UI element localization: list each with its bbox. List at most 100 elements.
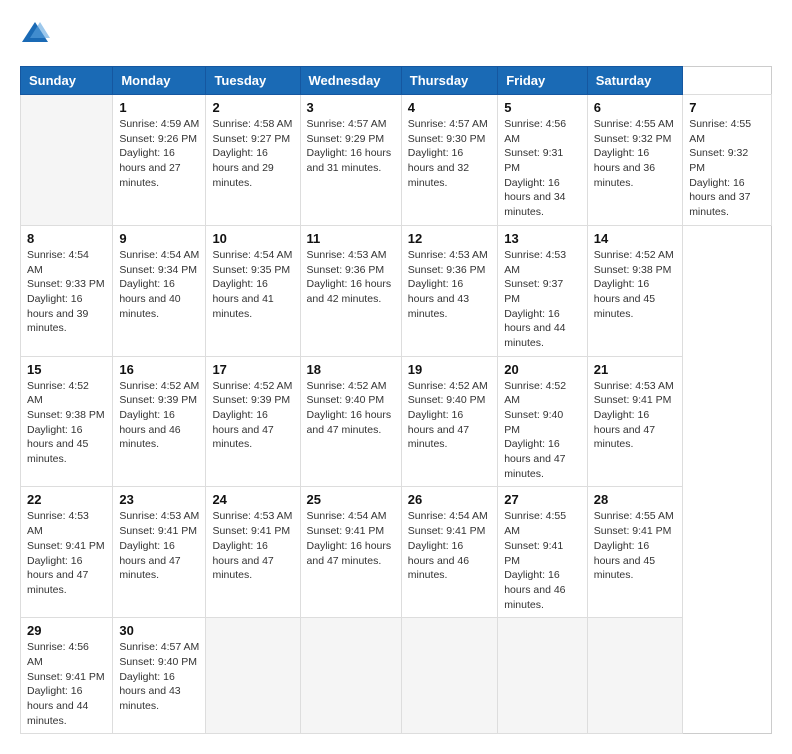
sunset-time: 9:41 PM bbox=[66, 540, 105, 552]
sunrise-label: Sunrise: bbox=[119, 641, 160, 653]
sunset-time: 9:39 PM bbox=[251, 394, 290, 406]
daylight-label: Daylight: 16 hours and 44 minutes. bbox=[504, 308, 565, 349]
day-cell-21: 21 Sunrise: 4:53 AM Sunset: 9:41 PM Dayl… bbox=[587, 356, 682, 487]
sunrise-label: Sunrise: bbox=[504, 510, 545, 522]
day-number: 2 bbox=[212, 100, 293, 115]
day-number: 29 bbox=[27, 623, 106, 638]
sunrise-label: Sunrise: bbox=[504, 380, 545, 392]
sunrise-label: Sunrise: bbox=[408, 118, 449, 130]
day-info: Sunrise: 4:52 AM Sunset: 9:38 PM Dayligh… bbox=[27, 379, 106, 467]
daylight-label: Daylight: 16 hours and 47 minutes. bbox=[307, 540, 392, 567]
day-cell-16: 16 Sunrise: 4:52 AM Sunset: 9:39 PM Dayl… bbox=[113, 356, 206, 487]
week-row-2: 8 Sunrise: 4:54 AM Sunset: 9:33 PM Dayli… bbox=[21, 225, 772, 356]
day-info: Sunrise: 4:55 AM Sunset: 9:41 PM Dayligh… bbox=[504, 509, 581, 612]
sunrise-label: Sunrise: bbox=[119, 380, 160, 392]
sunrise-time: 4:57 AM bbox=[449, 118, 488, 130]
daylight-label: Daylight: 16 hours and 44 minutes. bbox=[27, 685, 88, 726]
day-info: Sunrise: 4:54 AM Sunset: 9:35 PM Dayligh… bbox=[212, 248, 293, 321]
sunset-time: 9:34 PM bbox=[158, 264, 197, 276]
day-cell-20: 20 Sunrise: 4:52 AM Sunset: 9:40 PM Dayl… bbox=[498, 356, 588, 487]
day-cell-7: 7 Sunrise: 4:55 AM Sunset: 9:32 PM Dayli… bbox=[683, 95, 772, 226]
empty-cell bbox=[401, 618, 497, 734]
sunrise-label: Sunrise: bbox=[212, 249, 253, 261]
sunrise-time: 4:54 AM bbox=[348, 510, 387, 522]
day-cell-13: 13 Sunrise: 4:53 AM Sunset: 9:37 PM Dayl… bbox=[498, 225, 588, 356]
day-cell-30: 30 Sunrise: 4:57 AM Sunset: 9:40 PM Dayl… bbox=[113, 618, 206, 734]
sunset-time: 9:30 PM bbox=[446, 133, 485, 145]
sunset-time: 9:27 PM bbox=[251, 133, 290, 145]
day-number: 4 bbox=[408, 100, 491, 115]
day-cell-26: 26 Sunrise: 4:54 AM Sunset: 9:41 PM Dayl… bbox=[401, 487, 497, 618]
daylight-label: Daylight: 16 hours and 47 minutes. bbox=[212, 409, 273, 450]
day-number: 30 bbox=[119, 623, 199, 638]
sunset-label: Sunset: bbox=[27, 671, 66, 683]
day-info: Sunrise: 4:53 AM Sunset: 9:37 PM Dayligh… bbox=[504, 248, 581, 351]
sunset-label: Sunset: bbox=[27, 409, 66, 421]
page-header bbox=[20, 20, 772, 50]
day-info: Sunrise: 4:53 AM Sunset: 9:36 PM Dayligh… bbox=[408, 248, 491, 321]
day-info: Sunrise: 4:54 AM Sunset: 9:41 PM Dayligh… bbox=[307, 509, 395, 568]
day-info: Sunrise: 4:55 AM Sunset: 9:32 PM Dayligh… bbox=[689, 117, 765, 220]
day-cell-23: 23 Sunrise: 4:53 AM Sunset: 9:41 PM Dayl… bbox=[113, 487, 206, 618]
sunset-time: 9:41 PM bbox=[632, 525, 671, 537]
day-cell-19: 19 Sunrise: 4:52 AM Sunset: 9:40 PM Dayl… bbox=[401, 356, 497, 487]
day-number: 22 bbox=[27, 492, 106, 507]
day-info: Sunrise: 4:56 AM Sunset: 9:31 PM Dayligh… bbox=[504, 117, 581, 220]
sunset-label: Sunset: bbox=[212, 133, 251, 145]
sunrise-label: Sunrise: bbox=[594, 118, 635, 130]
header-sunday: Sunday bbox=[21, 67, 113, 95]
header-monday: Monday bbox=[113, 67, 206, 95]
daylight-label: Daylight: 16 hours and 29 minutes. bbox=[212, 147, 273, 188]
logo bbox=[20, 20, 54, 50]
sunset-time: 9:26 PM bbox=[158, 133, 197, 145]
day-cell-22: 22 Sunrise: 4:53 AM Sunset: 9:41 PM Dayl… bbox=[21, 487, 113, 618]
sunset-label: Sunset: bbox=[408, 133, 447, 145]
day-info: Sunrise: 4:54 AM Sunset: 9:41 PM Dayligh… bbox=[408, 509, 491, 582]
sunrise-label: Sunrise: bbox=[408, 249, 449, 261]
daylight-label: Daylight: 16 hours and 47 minutes. bbox=[594, 409, 655, 450]
day-number: 11 bbox=[307, 231, 395, 246]
sunset-label: Sunset: bbox=[119, 525, 158, 537]
sunset-time: 9:39 PM bbox=[158, 394, 197, 406]
daylight-label: Daylight: 16 hours and 45 minutes. bbox=[594, 540, 655, 581]
day-cell-9: 9 Sunrise: 4:54 AM Sunset: 9:34 PM Dayli… bbox=[113, 225, 206, 356]
daylight-label: Daylight: 16 hours and 43 minutes. bbox=[408, 278, 469, 319]
daylight-label: Daylight: 16 hours and 37 minutes. bbox=[689, 177, 750, 218]
sunset-time: 9:33 PM bbox=[66, 278, 105, 290]
sunset-time: 9:38 PM bbox=[632, 264, 671, 276]
daylight-label: Daylight: 16 hours and 47 minutes. bbox=[504, 438, 565, 479]
sunset-label: Sunset: bbox=[504, 409, 543, 421]
day-info: Sunrise: 4:52 AM Sunset: 9:40 PM Dayligh… bbox=[408, 379, 491, 452]
day-number: 19 bbox=[408, 362, 491, 377]
day-cell-14: 14 Sunrise: 4:52 AM Sunset: 9:38 PM Dayl… bbox=[587, 225, 682, 356]
daylight-label: Daylight: 16 hours and 47 minutes. bbox=[27, 555, 88, 596]
day-info: Sunrise: 4:56 AM Sunset: 9:41 PM Dayligh… bbox=[27, 640, 106, 728]
day-cell-4: 4 Sunrise: 4:57 AM Sunset: 9:30 PM Dayli… bbox=[401, 95, 497, 226]
day-number: 24 bbox=[212, 492, 293, 507]
daylight-label: Daylight: 16 hours and 41 minutes. bbox=[212, 278, 273, 319]
day-cell-28: 28 Sunrise: 4:55 AM Sunset: 9:41 PM Dayl… bbox=[587, 487, 682, 618]
sunset-label: Sunset: bbox=[307, 394, 346, 406]
sunset-label: Sunset: bbox=[504, 540, 543, 552]
daylight-label: Daylight: 16 hours and 39 minutes. bbox=[27, 293, 88, 334]
sunrise-label: Sunrise: bbox=[27, 510, 68, 522]
daylight-label: Daylight: 16 hours and 42 minutes. bbox=[307, 278, 392, 305]
daylight-label: Daylight: 16 hours and 46 minutes. bbox=[504, 569, 565, 610]
sunset-time: 9:41 PM bbox=[251, 525, 290, 537]
day-number: 1 bbox=[119, 100, 199, 115]
sunrise-time: 4:54 AM bbox=[449, 510, 488, 522]
day-info: Sunrise: 4:58 AM Sunset: 9:27 PM Dayligh… bbox=[212, 117, 293, 190]
day-cell-11: 11 Sunrise: 4:53 AM Sunset: 9:36 PM Dayl… bbox=[300, 225, 401, 356]
day-cell-17: 17 Sunrise: 4:52 AM Sunset: 9:39 PM Dayl… bbox=[206, 356, 300, 487]
sunrise-label: Sunrise: bbox=[307, 249, 348, 261]
day-number: 18 bbox=[307, 362, 395, 377]
sunrise-time: 4:52 AM bbox=[635, 249, 674, 261]
sunrise-label: Sunrise: bbox=[27, 380, 68, 392]
week-row-3: 15 Sunrise: 4:52 AM Sunset: 9:38 PM Dayl… bbox=[21, 356, 772, 487]
sunset-label: Sunset: bbox=[594, 133, 633, 145]
daylight-label: Daylight: 16 hours and 45 minutes. bbox=[27, 424, 88, 465]
sunset-label: Sunset: bbox=[408, 394, 447, 406]
sunset-time: 9:36 PM bbox=[345, 264, 384, 276]
empty-cell bbox=[587, 618, 682, 734]
day-info: Sunrise: 4:52 AM Sunset: 9:40 PM Dayligh… bbox=[307, 379, 395, 438]
